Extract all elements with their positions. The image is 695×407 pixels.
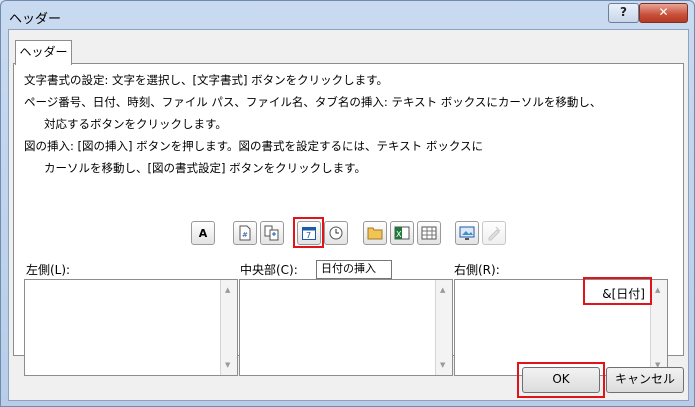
title-bar: ヘッダー ? ✕ xyxy=(1,1,694,29)
scroll-up-icon[interactable]: ▲ xyxy=(440,286,445,294)
insert-file-path-button[interactable] xyxy=(363,221,387,245)
insert-picture-button[interactable] xyxy=(455,221,479,245)
scrollbar[interactable]: ▲ ▼ xyxy=(220,280,237,375)
scroll-up-icon[interactable]: ▲ xyxy=(655,286,660,294)
scroll-down-icon[interactable]: ▼ xyxy=(225,361,230,369)
left-section-input[interactable]: ▲ ▼ xyxy=(24,279,238,376)
dialog-title: ヘッダー xyxy=(9,12,62,27)
page-number-icon: # xyxy=(239,225,251,241)
center-section-label: 中央部(C): xyxy=(240,263,298,277)
folder-icon xyxy=(367,227,383,240)
tab-header[interactable]: ヘッダー xyxy=(15,40,72,65)
svg-text:#: # xyxy=(242,231,248,239)
instruction-line: カーソルを移動し、[図の書式設定] ボタンをクリックします。 xyxy=(44,161,366,175)
insert-sheet-name-button[interactable] xyxy=(417,221,441,245)
excel-icon: X xyxy=(394,226,410,240)
picture-icon xyxy=(459,226,475,240)
format-picture-icon xyxy=(488,226,501,241)
page-count-icon xyxy=(264,225,279,241)
svg-text:X: X xyxy=(396,230,402,239)
insert-file-name-button[interactable]: X xyxy=(390,221,414,245)
scroll-down-icon[interactable]: ▼ xyxy=(440,361,445,369)
instruction-line: 図の挿入: [図の挿入] ボタンを押します。図の書式を設定するには、テキスト ボ… xyxy=(24,139,483,153)
clock-icon xyxy=(329,226,343,240)
tooltip: 日付の挿入 xyxy=(316,260,392,279)
tab-panel: 文字書式の設定: 文字を選択し、[文字書式] ボタンをクリックします。 ページ番… xyxy=(13,63,684,376)
insert-page-count-button[interactable] xyxy=(260,221,284,245)
scrollbar[interactable]: ▲ ▼ xyxy=(650,280,667,375)
sheet-icon xyxy=(421,226,437,240)
close-button[interactable]: ✕ xyxy=(639,3,688,23)
right-section-label: 右側(R): xyxy=(454,263,500,277)
scrollbar[interactable]: ▲ ▼ xyxy=(435,280,452,375)
insert-page-number-button[interactable]: # xyxy=(233,221,257,245)
instruction-line: 対応するボタンをクリックします。 xyxy=(44,117,227,131)
help-button[interactable]: ? xyxy=(608,3,639,23)
font-icon: A xyxy=(198,226,208,240)
scroll-up-icon[interactable]: ▲ xyxy=(225,286,230,294)
right-value-highlight xyxy=(583,277,652,305)
instruction-line: 文字書式の設定: 文字を選択し、[文字書式] ボタンをクリックします。 xyxy=(24,73,389,87)
date-button-highlight xyxy=(293,217,324,248)
ok-button-highlight xyxy=(517,362,605,398)
cancel-button[interactable]: キャンセル xyxy=(606,367,684,393)
instruction-line: ページ番号、日付、時刻、ファイル パス、ファイル名、タブ名の挿入: テキスト ボ… xyxy=(24,95,602,109)
center-section-input[interactable]: ▲ ▼ xyxy=(239,279,453,376)
insert-time-button[interactable] xyxy=(324,221,348,245)
format-picture-button[interactable] xyxy=(482,221,506,245)
dialog-body: ヘッダー 文字書式の設定: 文字を選択し、[文字書式] ボタンをクリックします。… xyxy=(8,29,689,401)
header-dialog: ヘッダー ? ✕ ヘッダー 文字書式の設定: 文字を選択し、[文字書式] ボタン… xyxy=(0,0,695,407)
format-text-button[interactable]: A xyxy=(191,221,215,245)
left-section-label: 左側(L): xyxy=(26,263,71,277)
